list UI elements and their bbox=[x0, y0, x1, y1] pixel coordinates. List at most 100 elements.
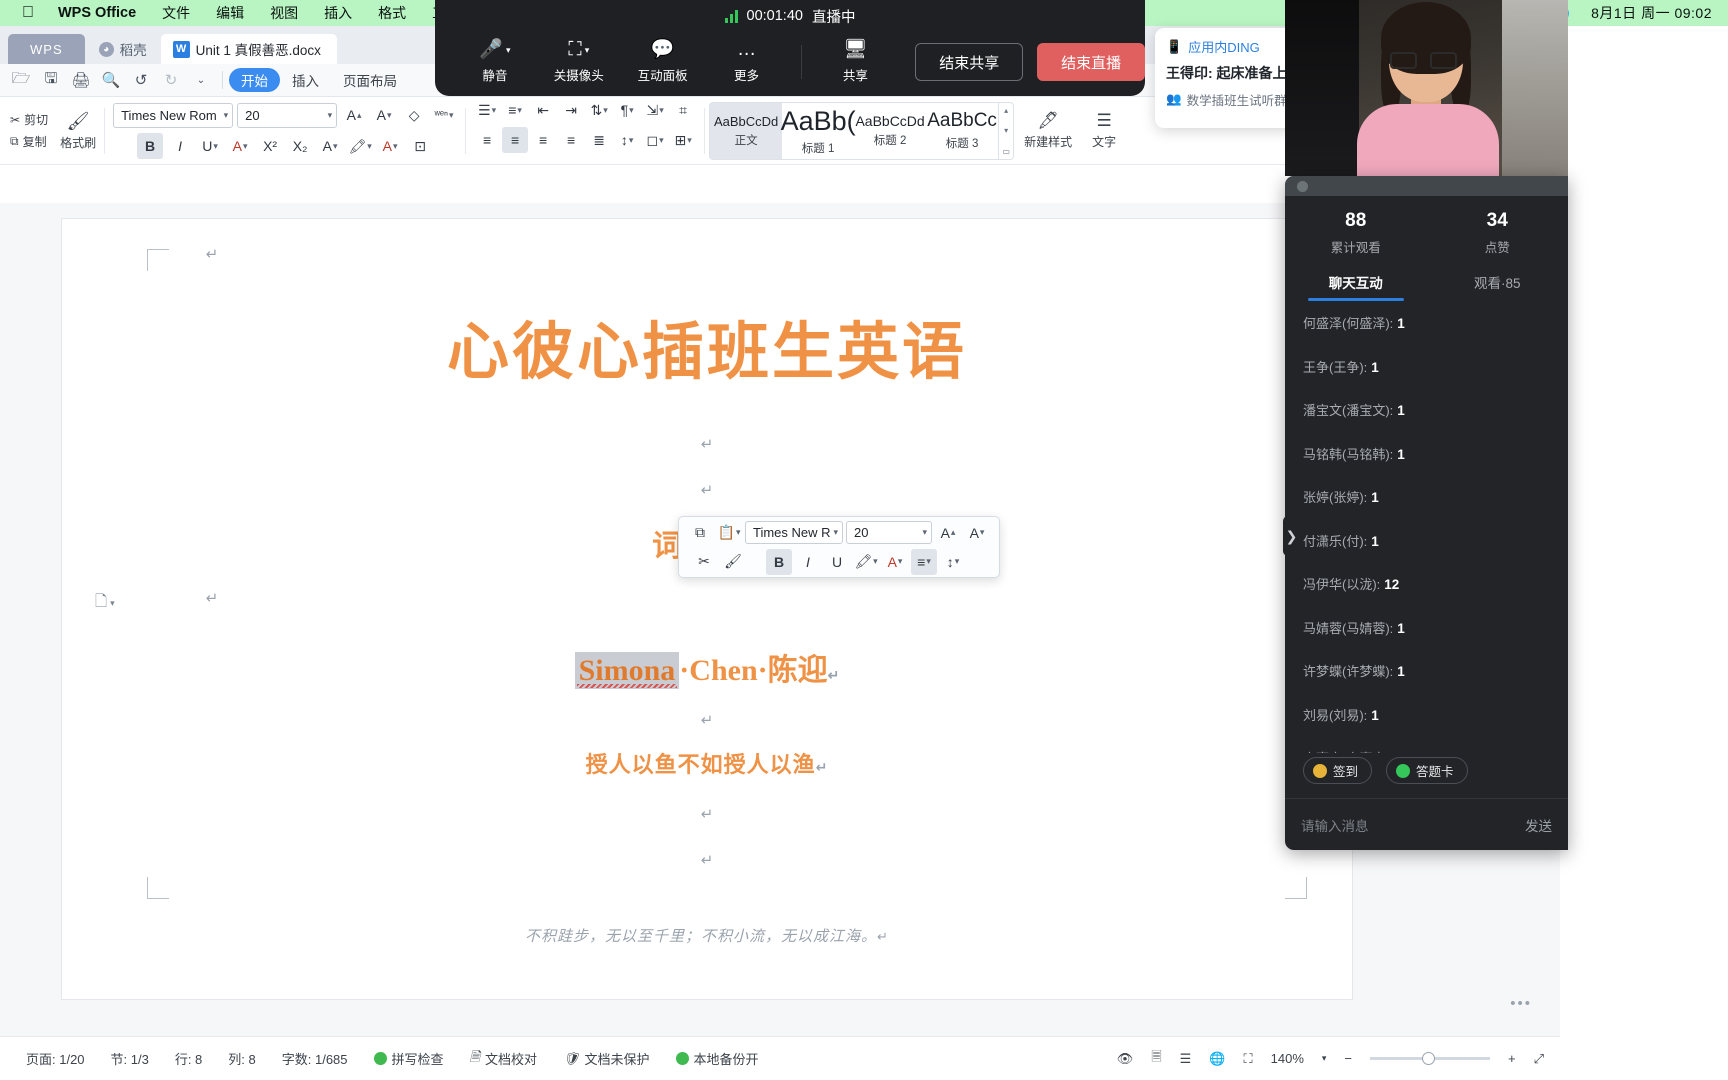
open-folder-icon[interactable]: 🗁 bbox=[6, 67, 36, 93]
line-spacing-icon[interactable]: ↕ ▾ bbox=[940, 549, 966, 575]
document-author-line[interactable]: Simona ·Chen·陈迎↵ bbox=[62, 645, 1352, 689]
justify-icon[interactable]: ≡ bbox=[558, 127, 584, 153]
sort-icon[interactable]: ⇅ ▾ bbox=[586, 97, 612, 123]
borders-icon[interactable]: ⊞ ▾ bbox=[670, 127, 696, 153]
increase-indent-icon[interactable]: ⇥ bbox=[558, 97, 584, 123]
tab-daoke[interactable]: ◕ 稻壳 bbox=[85, 34, 161, 64]
web-view-icon[interactable]: 🌐 bbox=[1209, 1051, 1225, 1067]
ribbon-tab-insert[interactable]: 插入 bbox=[280, 68, 331, 92]
cut-icon[interactable]: ✂ bbox=[691, 549, 717, 575]
more-button[interactable]: … 更多 bbox=[705, 40, 789, 84]
shrink-font-icon[interactable]: A ▾ bbox=[371, 102, 397, 128]
mini-font-size-select[interactable]: 20 ▾ bbox=[846, 521, 932, 544]
line-spacing-icon[interactable]: ↕ ▾ bbox=[614, 127, 640, 153]
grow-font-icon[interactable]: A ▴ bbox=[935, 520, 961, 546]
menu-edit[interactable]: 编辑 bbox=[216, 3, 244, 23]
superscript-icon[interactable]: X² bbox=[257, 133, 283, 159]
status-spellcheck[interactable]: 拼写检查 bbox=[373, 1049, 444, 1068]
align-icon[interactable]: ≡ ▾ bbox=[911, 548, 937, 575]
format-painter-button[interactable]: 🖌 格式刷 bbox=[60, 111, 96, 151]
checkin-button[interactable]: 签到 bbox=[1303, 757, 1373, 784]
distribute-icon[interactable]: ≣ bbox=[586, 127, 612, 153]
undo-icon[interactable]: ↺ bbox=[126, 67, 156, 93]
underline-icon[interactable]: U ▾ bbox=[197, 133, 223, 159]
interaction-panel-button[interactable]: 💬 互动面板 bbox=[621, 40, 705, 84]
ribbon-tab-start[interactable]: 开始 bbox=[229, 68, 280, 92]
status-backup[interactable]: 本地备份开 bbox=[675, 1049, 759, 1068]
show-marks-icon[interactable]: ¶ ▾ bbox=[614, 97, 640, 123]
align-left-icon[interactable]: ≡ bbox=[474, 127, 500, 153]
new-style-button[interactable]: 🖋 新建样式 bbox=[1014, 111, 1082, 150]
chat-input-row[interactable]: 请输入消息 发送 bbox=[1285, 798, 1568, 850]
tab-viewers[interactable]: 观看·85 bbox=[1427, 272, 1569, 301]
camera-self-view[interactable] bbox=[1285, 0, 1568, 176]
tab-chat[interactable]: 聊天互动 bbox=[1285, 272, 1427, 301]
scroll-up-icon[interactable]: ▴ bbox=[1004, 106, 1008, 115]
zoom-dropdown-icon[interactable]: ▾ bbox=[1322, 1053, 1327, 1064]
send-button[interactable]: 发送 bbox=[1525, 815, 1552, 835]
chat-input-placeholder[interactable]: 请输入消息 bbox=[1301, 815, 1369, 835]
format-painter-icon[interactable]: 🖌 bbox=[720, 549, 746, 575]
bullets-icon[interactable]: ☰ ▾ bbox=[474, 97, 500, 123]
document-subtitle[interactable]: 授人以鱼不如授人以渔↵ bbox=[62, 747, 1352, 779]
menu-insert[interactable]: 插入 bbox=[324, 3, 352, 23]
outline-view-icon[interactable]: ☰ bbox=[1180, 1051, 1192, 1067]
more-chevron-icon[interactable]: ⌄ bbox=[186, 67, 216, 93]
character-border-icon[interactable]: ⊡ bbox=[407, 133, 433, 159]
save-as-icon[interactable]: 🖫 bbox=[36, 67, 66, 93]
panel-drag-handle[interactable] bbox=[1285, 176, 1568, 196]
answer-card-button[interactable]: 答题卡 bbox=[1386, 757, 1468, 784]
text-effects-icon[interactable]: A ▾ bbox=[317, 133, 343, 159]
paste-icon[interactable]: 📋 ▾ bbox=[716, 520, 742, 546]
wps-home-tab[interactable]: WPS bbox=[8, 34, 85, 64]
document-title[interactable]: 心彼心插班生英语 bbox=[62, 301, 1352, 391]
apple-icon[interactable]:  bbox=[22, 5, 34, 21]
fullscreen-button[interactable]: ⤢ bbox=[1534, 1051, 1544, 1067]
print-icon[interactable]: 🖨 bbox=[66, 67, 96, 93]
menu-file[interactable]: 文件 bbox=[162, 3, 190, 23]
align-center-icon[interactable]: ≡ bbox=[502, 127, 529, 153]
menu-format[interactable]: 格式 bbox=[378, 3, 406, 23]
document-page[interactable]: ↵ 心彼心插班生英语 ↵ ↵ 词汇篇↵ ↵ Simona·Chen·陈迎↵ bbox=[62, 219, 1352, 999]
zoom-level-label[interactable]: 140% bbox=[1271, 1051, 1304, 1066]
cut-button[interactable]: ✂ 剪切 bbox=[10, 111, 48, 128]
numbering-icon[interactable]: ≡ ▾ bbox=[502, 97, 528, 123]
align-right-icon[interactable]: ≡ bbox=[530, 127, 556, 153]
mini-font-family-select[interactable]: Times New R ▾ bbox=[745, 521, 843, 544]
font-color-icon[interactable]: A ▾ bbox=[377, 133, 403, 159]
active-app-name[interactable]: WPS Office bbox=[58, 5, 136, 21]
shading-icon[interactable]: ◻ ▾ bbox=[642, 127, 668, 153]
ribbon-tab-layout[interactable]: 页面布局 bbox=[331, 68, 409, 92]
italic-icon[interactable]: I bbox=[795, 549, 821, 575]
tab-document[interactable]: W Unit 1 真假善恶.docx bbox=[160, 34, 337, 64]
italic-icon[interactable]: I bbox=[167, 133, 193, 159]
zoom-in-button[interactable]: + bbox=[1508, 1051, 1516, 1066]
eye-icon[interactable]: 👁 bbox=[1117, 1051, 1134, 1067]
zoom-slider[interactable] bbox=[1370, 1052, 1490, 1065]
status-proofread[interactable]: 🗎 文档校对 bbox=[470, 1048, 537, 1070]
underline-icon[interactable]: U bbox=[824, 549, 850, 575]
paragraph-layout-icon[interactable]: ⇲ ▾ bbox=[642, 97, 668, 123]
font-color-icon[interactable]: A ▾ bbox=[882, 549, 908, 575]
subscript-icon[interactable]: X₂ bbox=[287, 133, 313, 159]
copy-icon[interactable]: ⧉ bbox=[687, 520, 713, 546]
menu-view[interactable]: 视图 bbox=[270, 3, 298, 23]
highlight-icon[interactable]: 🖍 ▾ bbox=[853, 549, 879, 575]
status-wordcount[interactable]: 字数: 1/685 bbox=[282, 1049, 348, 1068]
font-family-select[interactable]: Times New Rom ▾ bbox=[113, 102, 234, 128]
page-view-icon[interactable]: 🗏 bbox=[1151, 1048, 1161, 1070]
share-button[interactable]: 🖥 共享 bbox=[814, 40, 898, 84]
copy-button[interactable]: ⧉ 复制 bbox=[10, 133, 48, 150]
grow-font-icon[interactable]: A ▴ bbox=[341, 102, 367, 128]
end-live-button[interactable]: 结束直播 bbox=[1037, 43, 1146, 81]
redo-icon[interactable]: ↻ bbox=[156, 67, 186, 93]
font-size-select[interactable]: 20 ▾ bbox=[237, 102, 338, 128]
panel-collapse-button[interactable]: ❯ bbox=[1283, 516, 1300, 556]
selected-text[interactable]: Simona bbox=[574, 652, 680, 689]
menu-bar-clock[interactable]: 8月1日 周一 09:02 bbox=[1591, 3, 1712, 23]
highlight-icon[interactable]: 🖍 ▾ bbox=[347, 133, 373, 159]
read-view-icon[interactable]: ⛶ bbox=[1244, 1051, 1253, 1067]
camera-button[interactable]: ⛶ ▾ 关摄像头 bbox=[537, 40, 621, 84]
paste-options-icon[interactable]: 🗋 ▾ bbox=[95, 591, 115, 616]
scroll-down-icon[interactable]: ▾ bbox=[1004, 126, 1008, 135]
